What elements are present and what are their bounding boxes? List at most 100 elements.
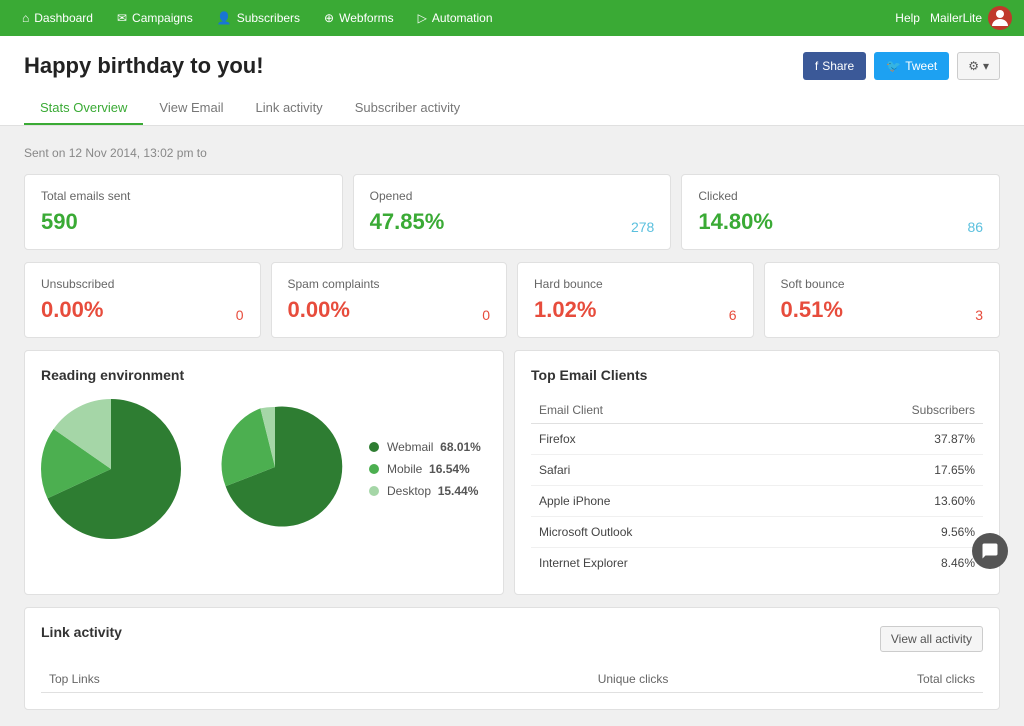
nav-label-automation: Automation (432, 11, 493, 25)
stats-row-1: Total emails sent 590 Opened 47.85% 278 … (24, 174, 1000, 250)
settings-button[interactable]: ⚙ ▾ (957, 52, 1000, 80)
stat-clicked: Clicked 14.80% 86 (681, 174, 1000, 250)
chat-bubble[interactable] (972, 533, 1008, 569)
tab-link-activity[interactable]: Link activity (239, 92, 338, 125)
play-icon: ▷ (418, 11, 427, 25)
nav-item-subscribers[interactable]: 👤 Subscribers (207, 0, 310, 36)
tab-view-email[interactable]: View Email (143, 92, 239, 125)
stat-opened: Opened 47.85% 278 (353, 174, 672, 250)
client-pct: 9.56% (793, 517, 983, 548)
link-activity-card: Link activity View all activity Top Link… (24, 607, 1000, 710)
col-client: Email Client (531, 397, 793, 424)
clients-table: Email Client Subscribers Firefox37.87%Sa… (531, 397, 983, 578)
nav-item-dashboard[interactable]: ⌂ Dashboard (12, 0, 103, 36)
pie-legend: Webmail 68.01% Mobile 16.54% Desktop 15.… (369, 440, 481, 498)
email-clients-title: Top Email Clients (531, 367, 983, 383)
legend-label-webmail: Webmail 68.01% (387, 440, 481, 454)
client-pct: 13.60% (793, 486, 983, 517)
pie-container: Webmail 68.01% Mobile 16.54% Desktop 15.… (41, 397, 487, 540)
stat-value-hard-bounce: 1.02% (534, 297, 596, 323)
legend-mobile: Mobile 16.54% (369, 462, 481, 476)
legend-label-mobile: Mobile 16.54% (387, 462, 470, 476)
view-all-button[interactable]: View all activity (880, 626, 983, 652)
main-content: Sent on 12 Nov 2014, 13:02 pm to Total e… (0, 126, 1024, 726)
client-pct: 17.65% (793, 455, 983, 486)
client-name: Firefox (531, 424, 793, 455)
twitter-icon: 🐦 (886, 59, 901, 73)
nav-label-campaigns: Campaigns (132, 11, 193, 25)
stat-value-total: 590 (41, 209, 78, 235)
client-pct: 37.87% (793, 424, 983, 455)
stats-row-2: Unsubscribed 0.00% 0 Spam complaints 0.0… (24, 262, 1000, 338)
stat-value-spam: 0.00% (288, 297, 350, 323)
stat-count-clicked: 86 (967, 219, 983, 235)
page-title: Happy birthday to you! (24, 53, 264, 79)
stat-label-clicked: Clicked (698, 189, 983, 203)
stat-label-spam: Spam complaints (288, 277, 491, 291)
stat-count-hard-bounce: 6 (729, 307, 737, 323)
stat-value-clicked: 14.80% (698, 209, 773, 235)
home-icon: ⌂ (22, 11, 29, 25)
pie-chart-visual (205, 397, 345, 540)
share-icon: f (815, 59, 818, 73)
mail-icon: ✉ (117, 11, 127, 25)
legend-webmail: Webmail 68.01% (369, 440, 481, 454)
link-activity-header: Link activity View all activity (41, 624, 983, 654)
nav-item-webforms[interactable]: ⊕ Webforms (314, 0, 404, 36)
stat-value-opened: 47.85% (370, 209, 445, 235)
tab-subscriber-activity[interactable]: Subscriber activity (339, 92, 476, 125)
link-table: Top Links Unique clicks Total clicks (41, 666, 983, 693)
client-name: Internet Explorer (531, 548, 793, 579)
tab-stats-overview[interactable]: Stats Overview (24, 92, 143, 125)
link-col-unique: Unique clicks (317, 666, 676, 693)
tweet-button[interactable]: 🐦 Tweet (874, 52, 949, 80)
reading-env-title: Reading environment (41, 367, 487, 383)
col-subscribers: Subscribers (793, 397, 983, 424)
globe-icon: ⊕ (324, 11, 334, 25)
gear-icon: ⚙ (968, 59, 979, 73)
table-row: Firefox37.87% (531, 424, 983, 455)
share-button[interactable]: f Share (803, 52, 866, 80)
legend-label-desktop: Desktop 15.44% (387, 484, 478, 498)
nav-label-webforms: Webforms (339, 11, 393, 25)
user-menu[interactable]: MailerLite (930, 6, 1012, 30)
nav-label-dashboard: Dashboard (34, 11, 93, 25)
table-row: Safari17.65% (531, 455, 983, 486)
stat-count-opened: 278 (631, 219, 654, 235)
table-row: Microsoft Outlook9.56% (531, 517, 983, 548)
pie-chart (41, 399, 181, 539)
stat-value-unsub: 0.00% (41, 297, 103, 323)
nav-item-automation[interactable]: ▷ Automation (408, 0, 503, 36)
reading-environment-card: Reading environment (24, 350, 504, 595)
link-col-links: Top Links (41, 666, 317, 693)
stat-label-unsub: Unsubscribed (41, 277, 244, 291)
legend-dot-mobile (369, 464, 379, 474)
sent-info: Sent on 12 Nov 2014, 13:02 pm to (24, 146, 1000, 160)
nav-item-campaigns[interactable]: ✉ Campaigns (107, 0, 203, 36)
tabs: Stats Overview View Email Link activity … (24, 92, 1000, 125)
nav-username: MailerLite (930, 11, 982, 25)
legend-dot-desktop (369, 486, 379, 496)
stat-count-spam: 0 (482, 307, 490, 323)
stat-value-soft-bounce: 0.51% (781, 297, 843, 323)
bottom-row: Reading environment (24, 350, 1000, 595)
navigation: ⌂ Dashboard ✉ Campaigns 👤 Subscribers ⊕ … (0, 0, 1024, 36)
link-col-total: Total clicks (676, 666, 983, 693)
client-pct: 8.46% (793, 548, 983, 579)
stat-label-soft-bounce: Soft bounce (781, 277, 984, 291)
stat-label-total: Total emails sent (41, 189, 326, 203)
page-header: Happy birthday to you! f Share 🐦 Tweet ⚙… (0, 36, 1024, 126)
table-row: Internet Explorer8.46% (531, 548, 983, 579)
stat-soft-bounce: Soft bounce 0.51% 3 (764, 262, 1001, 338)
client-name: Microsoft Outlook (531, 517, 793, 548)
client-name: Apple iPhone (531, 486, 793, 517)
stat-spam: Spam complaints 0.00% 0 (271, 262, 508, 338)
stat-hard-bounce: Hard bounce 1.02% 6 (517, 262, 754, 338)
stat-label-hard-bounce: Hard bounce (534, 277, 737, 291)
help-link[interactable]: Help (895, 11, 920, 25)
stat-count-soft-bounce: 3 (975, 307, 983, 323)
nav-left: ⌂ Dashboard ✉ Campaigns 👤 Subscribers ⊕ … (12, 0, 503, 36)
table-row: Apple iPhone13.60% (531, 486, 983, 517)
link-activity-title: Link activity (41, 624, 122, 640)
nav-label-subscribers: Subscribers (237, 11, 300, 25)
